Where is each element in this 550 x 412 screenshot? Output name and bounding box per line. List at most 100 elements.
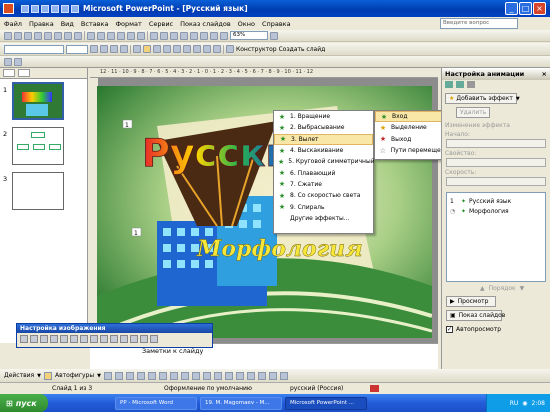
paste-icon[interactable] — [107, 31, 115, 40]
effect-item-selected[interactable]: ★ 3. Вылет — [274, 133, 373, 145]
minimize-button[interactable]: _ — [505, 2, 518, 15]
help-icon[interactable] — [270, 31, 278, 40]
remove-button[interactable]: Удалить — [456, 107, 490, 118]
property-select[interactable] — [446, 158, 546, 167]
line-style-icon[interactable] — [100, 335, 108, 343]
actions-menu[interactable]: Действия — [4, 372, 34, 379]
rectangle-icon[interactable] — [125, 371, 134, 380]
copy-icon[interactable] — [97, 31, 105, 40]
help-search-input[interactable]: Введите вопрос — [440, 18, 518, 29]
textbox-icon[interactable] — [147, 371, 156, 380]
line-color-icon[interactable] — [213, 371, 222, 380]
slideshow-button[interactable]: ▣ Показ слайдов — [446, 310, 505, 321]
qa-icon[interactable] — [61, 4, 69, 13]
align-center-icon[interactable] — [143, 45, 151, 53]
undo-icon[interactable] — [127, 31, 135, 40]
permission-icon[interactable] — [34, 31, 42, 40]
show-formatting-icon[interactable] — [200, 31, 208, 40]
menu-item-file[interactable]: Файл — [4, 20, 22, 28]
redo-icon[interactable] — [137, 31, 145, 40]
maximize-button[interactable]: □ — [519, 2, 532, 15]
new-slide-button[interactable]: Создать слайд — [279, 46, 326, 53]
menu-item-help[interactable]: Справка — [262, 20, 291, 28]
line-icon[interactable] — [103, 371, 112, 380]
qa-icon[interactable] — [21, 4, 29, 13]
diagram-icon[interactable] — [169, 371, 178, 380]
line-style-icon[interactable] — [235, 371, 244, 380]
tray-icon[interactable]: ◉ — [522, 400, 527, 407]
oval-icon[interactable] — [136, 371, 145, 380]
shadow-icon[interactable] — [268, 371, 277, 380]
menu-item-insert[interactable]: Вставка — [81, 20, 109, 28]
italic-icon[interactable] — [100, 45, 108, 53]
menu-item-slideshow[interactable]: Показ слайдов — [180, 20, 231, 28]
spell-icon[interactable] — [74, 31, 82, 40]
forward-icon[interactable] — [456, 81, 464, 88]
recolor-icon[interactable] — [120, 335, 128, 343]
open-icon[interactable] — [14, 31, 22, 40]
menu-item-window[interactable]: Окно — [238, 20, 255, 28]
effect-item[interactable]: ★ 5. Круговой симметричный — [274, 156, 375, 167]
increase-font-icon[interactable] — [183, 45, 191, 53]
tool-icon[interactable] — [4, 57, 12, 66]
slide-thumbnail-2[interactable] — [12, 127, 64, 165]
numbering-icon[interactable] — [163, 45, 171, 53]
shadow-icon[interactable] — [120, 45, 128, 53]
format-picture-icon[interactable] — [130, 335, 138, 343]
taskbar-item-powerpoint[interactable]: Microsoft PowerPoint ... — [285, 396, 367, 410]
email-icon[interactable] — [44, 31, 52, 40]
cut-icon[interactable] — [87, 31, 95, 40]
hyperlink-icon[interactable] — [180, 31, 188, 40]
picture-icon[interactable] — [191, 371, 200, 380]
menu-item-edit[interactable]: Правка — [29, 20, 54, 28]
menu-item-format[interactable]: Формат — [115, 20, 141, 28]
start-button[interactable]: ⊞ пуск — [0, 394, 48, 412]
arrow-style-icon[interactable] — [257, 371, 266, 380]
font-size-select[interactable] — [66, 44, 88, 54]
print-icon[interactable] — [54, 31, 62, 40]
color-icon[interactable] — [30, 335, 38, 343]
insert-picture-icon[interactable] — [20, 335, 28, 343]
expand-icon[interactable] — [190, 31, 198, 40]
clipart-icon[interactable] — [180, 371, 189, 380]
speed-select[interactable] — [446, 177, 546, 186]
format-painter-icon[interactable] — [117, 31, 125, 40]
bullets-icon[interactable] — [173, 45, 181, 53]
tab-slides[interactable] — [18, 69, 30, 77]
font-name-select[interactable] — [4, 44, 64, 54]
crop-icon[interactable] — [80, 335, 88, 343]
autopreview-checkbox[interactable]: ✓ — [446, 326, 453, 333]
add-effect-button[interactable]: ★ Добавить эффект ▼ — [445, 93, 520, 104]
underline-icon[interactable] — [110, 45, 118, 53]
menu-item-tools[interactable]: Сервис — [149, 20, 173, 28]
effect-item[interactable]: ★ 7. Сжатие — [274, 179, 373, 190]
save-icon[interactable] — [24, 31, 32, 40]
effect-item[interactable]: ★ 4. Выскакивание — [274, 145, 373, 156]
designer-button[interactable]: Конструктор — [236, 46, 277, 53]
qa-icon[interactable] — [51, 4, 59, 13]
taskbar-item-media[interactable]: 19. M. Magomaev - M... — [200, 396, 282, 410]
grid-icon[interactable] — [210, 31, 218, 40]
table-icon[interactable] — [160, 31, 168, 40]
tool-icon[interactable] — [14, 57, 22, 66]
play-preview-button[interactable]: ▶ Просмотр — [446, 296, 496, 307]
qa-icon[interactable] — [41, 4, 49, 13]
input-language[interactable]: RU — [510, 400, 519, 407]
transparent-color-icon[interactable] — [140, 335, 148, 343]
qa-icon[interactable] — [71, 4, 79, 13]
animation-list-item[interactable]: 1 ✦ Русский язык — [447, 196, 545, 206]
zoom-select[interactable]: 63% — [230, 31, 268, 40]
rotate-icon[interactable] — [90, 335, 98, 343]
taskbar-item-word[interactable]: PP - Microsoft Word — [115, 396, 197, 410]
move-down-icon[interactable]: ▼ — [520, 285, 525, 292]
fill-color-icon[interactable] — [202, 371, 211, 380]
decrease-font-icon[interactable] — [193, 45, 201, 53]
font-color-icon[interactable] — [224, 371, 233, 380]
less-contrast-icon[interactable] — [50, 335, 58, 343]
increase-indent-icon[interactable] — [213, 45, 221, 53]
font-color-icon[interactable] — [226, 45, 234, 53]
dash-style-icon[interactable] — [246, 371, 255, 380]
close-pane-icon[interactable]: × — [542, 70, 547, 78]
animation-list-item[interactable]: ◔ ✦ Морфология — [447, 206, 545, 216]
reset-picture-icon[interactable] — [150, 335, 158, 343]
